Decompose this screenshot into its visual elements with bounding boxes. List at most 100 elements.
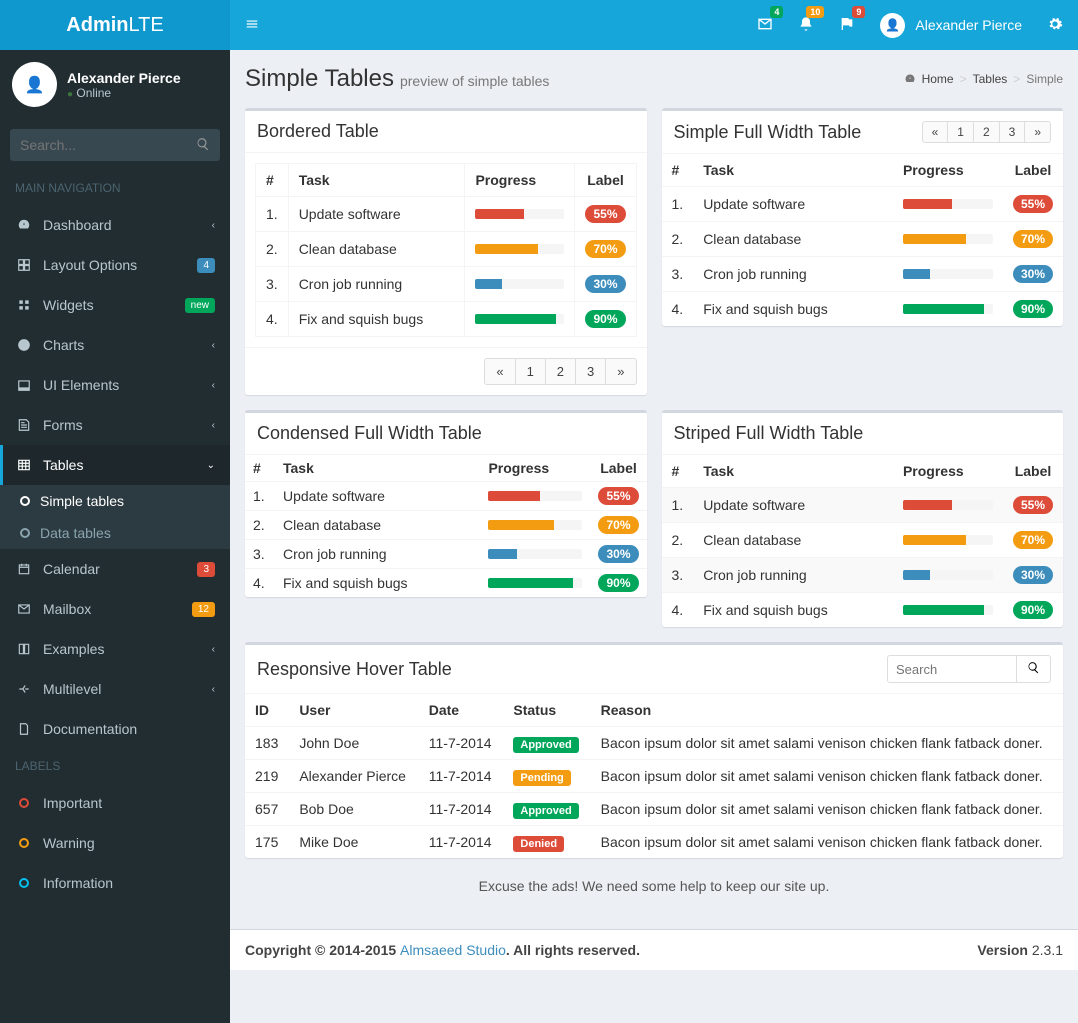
progress-bar [488,549,582,559]
table-row: 2.Clean database70% [256,232,637,267]
sidebar-user-name: Alexander Pierce [67,70,181,86]
sidebar-search-button[interactable] [185,129,220,161]
sidebar-badge: 3 [197,562,215,577]
label-warning[interactable]: Warning [0,823,230,863]
page-link[interactable]: 2 [545,358,576,385]
sidebar-item-charts[interactable]: Charts‹ [0,325,230,365]
menu-icon [17,642,31,656]
flag-icon [839,16,855,32]
progress-label: 90% [1013,300,1053,318]
nav-settings[interactable] [1047,16,1063,35]
sidebar-item-label: Layout Options [43,257,187,273]
progress-label: 90% [598,574,638,592]
footer-copyright: Copyright © 2014-2015 Almsaeed Studio. A… [245,942,640,958]
page-link[interactable]: 2 [973,121,1000,143]
sidebar-item-label: Charts [43,337,202,353]
circle-icon [19,838,29,848]
table-row: 1.Update software55% [662,187,1064,222]
progress-label: 30% [1013,265,1053,283]
pagination-simple-full: «123» [923,121,1051,143]
progress-label: 70% [1013,531,1053,549]
table-row: 2.Clean database70% [662,222,1064,257]
bell-icon [798,16,814,32]
status-badge: Approved [513,737,578,753]
progress-bar [903,500,993,510]
submenu-simple-tables[interactable]: Simple tables [0,485,230,517]
footer-studio-link[interactable]: Almsaeed Studio [400,942,506,958]
sidebar-item-calendar[interactable]: Calendar 3 [0,549,230,589]
sidebar-item-ui-elements[interactable]: UI Elements‹ [0,365,230,405]
sidebar-item-label: Documentation [43,721,215,737]
condensed-table: #TaskProgressLabel1.Update software55%2.… [245,455,647,597]
page-link[interactable]: » [605,358,636,385]
sidebar-item-label: Tables [43,457,197,473]
logo[interactable]: AdminLTE [0,0,230,50]
user-menu[interactable]: 👤 Alexander Pierce [880,13,1022,38]
table-row: 4.Fix and squish bugs90% [662,593,1064,628]
hover-search-button[interactable] [1017,655,1051,683]
page-link[interactable]: » [1024,121,1051,143]
circle-icon [19,798,29,808]
nav-notifications[interactable]: 10 [798,16,814,35]
box-title-striped: Striped Full Width Table [674,423,864,444]
page-link[interactable]: 1 [947,121,974,143]
page-link[interactable]: « [922,121,949,143]
progress-label: 55% [598,487,638,505]
sidebar-item-label: Dashboard [43,217,202,233]
page-link[interactable]: 1 [515,358,546,385]
nav-tasks[interactable]: 9 [839,16,855,35]
circle-icon [20,528,30,538]
sidebar-badge: 4 [197,258,215,273]
table-row: 183John Doe11-7-2014ApprovedBacon ipsum … [245,727,1063,760]
page-link[interactable]: 3 [999,121,1026,143]
sidebar-item-label: Examples [43,641,202,657]
table-row: 2.Clean database70% [245,511,647,540]
table-row: 4.Fix and squish bugs90% [662,292,1064,327]
label-information[interactable]: Information [0,863,230,903]
progress-bar [488,520,582,530]
sidebar-section-main: MAIN NAVIGATION [0,171,230,205]
progress-bar [475,209,564,219]
submenu-data-tables[interactable]: Data tables [0,517,230,549]
page-link[interactable]: 3 [575,358,606,385]
table-row: 3.Cron job running30% [662,257,1064,292]
sidebar-item-tables[interactable]: Tables ⌄ [0,445,230,485]
submenu-label: Data tables [40,525,111,541]
sidebar-item-label: Calendar [43,561,187,577]
circle-icon [20,496,30,506]
progress-bar [903,199,993,209]
nav-messages[interactable]: 4 [757,16,773,35]
breadcrumb-tables[interactable]: Tables [973,72,1008,86]
sidebar-item-label: Multilevel [43,681,202,697]
sidebar-item-layout-options[interactable]: Layout Options 4 [0,245,230,285]
sidebar-item-examples[interactable]: Examples‹ [0,629,230,669]
sidebar-item-documentation[interactable]: Documentation [0,709,230,749]
avatar: 👤 [880,13,905,38]
table-row: 175Mike Doe11-7-2014DeniedBacon ipsum do… [245,826,1063,859]
sidebar-item-widgets[interactable]: Widgetsnew [0,285,230,325]
pagination-bordered: «123» [485,358,636,385]
breadcrumb: Home > Tables > Simple [904,72,1063,86]
chevron-down-icon: ⌄ [207,460,215,471]
box-title-hover: Responsive Hover Table [257,659,452,680]
sidebar-item-mailbox[interactable]: Mailbox12 [0,589,230,629]
page-link[interactable]: « [484,358,515,385]
table-row: 4.Fix and squish bugs90% [256,302,637,337]
sidebar-user-status[interactable]: ● Online [67,86,181,100]
hover-search-input[interactable] [887,655,1017,683]
menu-icon [17,602,31,616]
sidebar-item-multilevel[interactable]: Multilevel‹ [0,669,230,709]
label-text: Important [43,795,215,811]
label-important[interactable]: Important [0,783,230,823]
sidebar-item-label: UI Elements [43,377,202,393]
progress-bar [903,234,993,244]
breadcrumb-current: Simple [1026,72,1063,86]
simple-full-table: #TaskProgressLabel1.Update software55%2.… [662,154,1064,326]
progress-bar [903,535,993,545]
sidebar-toggle[interactable] [245,17,259,34]
sidebar-item-dashboard[interactable]: Dashboard‹ [0,205,230,245]
bordered-table: #TaskProgressLabel1.Update software55%2.… [255,163,637,337]
progress-label: 30% [598,545,638,563]
breadcrumb-home[interactable]: Home [922,72,954,86]
sidebar-item-forms[interactable]: Forms‹ [0,405,230,445]
